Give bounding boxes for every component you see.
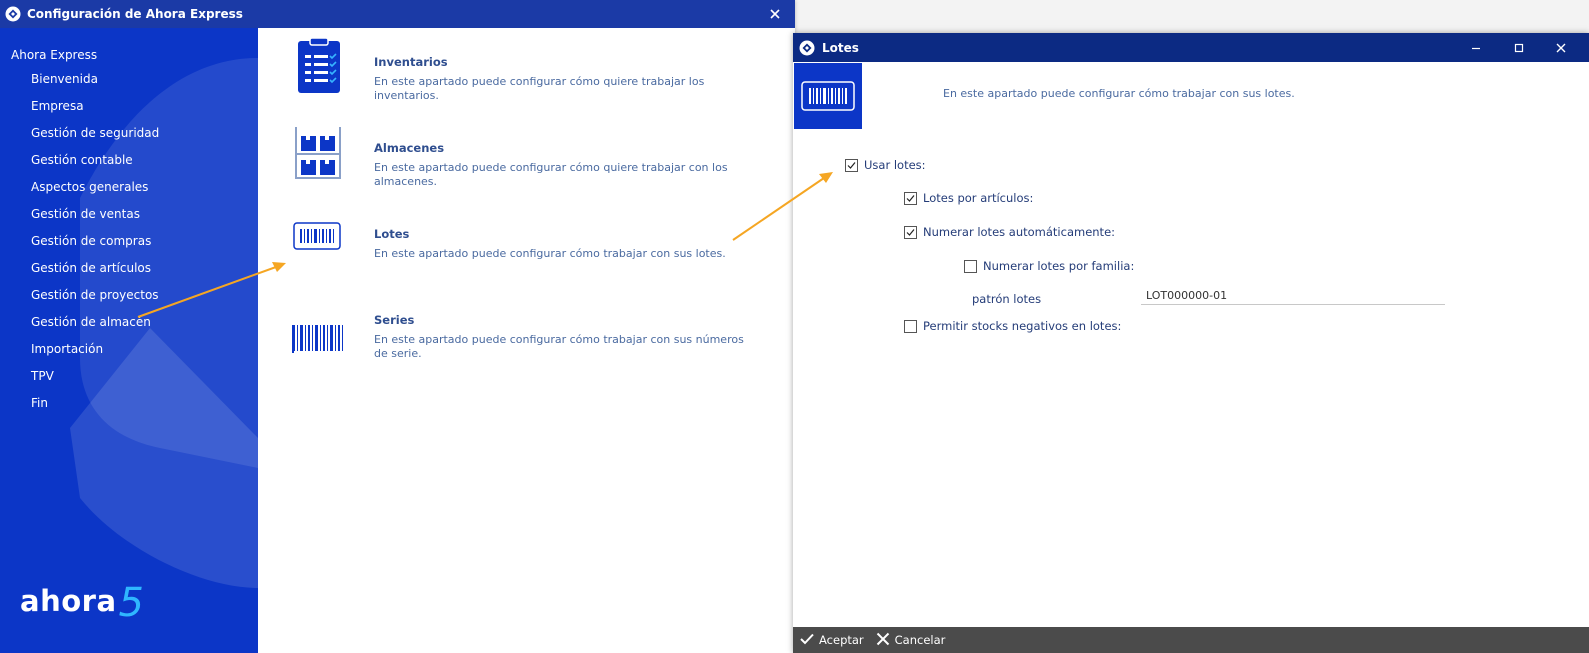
sidebar-item-bienvenida[interactable]: Bienvenida: [31, 72, 159, 99]
config-window-title: Configuración de Ahora Express: [27, 7, 243, 21]
sidebar-item-gestion-ventas[interactable]: Gestión de ventas: [31, 207, 159, 234]
barcode-label-icon: [290, 207, 346, 265]
sidebar-item-gestion-compras[interactable]: Gestión de compras: [31, 234, 159, 261]
warehouse-shelves-icon: [290, 121, 346, 179]
option-series[interactable]: Series En este apartado puede configurar…: [258, 293, 795, 373]
accept-button-label: Aceptar: [819, 633, 864, 647]
config-window: Configuración de Ahora Express Ahora Exp…: [0, 0, 795, 653]
option-lotes[interactable]: Lotes En este apartado puede configurar …: [258, 207, 795, 287]
sidebar-item-gestion-articulos[interactable]: Gestión de artículos: [31, 261, 159, 288]
sidebar-item-gestion-seguridad[interactable]: Gestión de seguridad: [31, 126, 159, 153]
permitir-stocks-negativos-checkbox[interactable]: Permitir stocks negativos en lotes:: [904, 319, 1121, 333]
option-description: En este apartado puede configurar cómo t…: [374, 333, 744, 360]
patron-lotes-input[interactable]: [1141, 287, 1445, 305]
close-icon[interactable]: [1541, 33, 1581, 62]
sidebar-item-gestion-contable[interactable]: Gestión contable: [31, 153, 159, 180]
clipboard-checklist-icon: [290, 35, 346, 93]
checkbox-label: Usar lotes:: [864, 158, 926, 172]
option-almacenes[interactable]: Almacenes En este apartado puede configu…: [258, 121, 795, 201]
lotes-dialog-footer: Aceptar Cancelar: [793, 627, 1589, 653]
checkbox-box[interactable]: [904, 191, 917, 205]
checkbox-label: Numerar lotes por familia:: [983, 259, 1135, 273]
option-description: En este apartado puede configurar cómo t…: [374, 247, 726, 260]
sidebar-list: Bienvenida Empresa Gestión de seguridad …: [31, 72, 159, 423]
checkbox-label: Numerar lotes automáticamente:: [923, 225, 1116, 239]
numerar-lotes-por-familia-checkbox[interactable]: Numerar lotes por familia:: [964, 259, 1134, 273]
usar-lotes-checkbox[interactable]: Usar lotes:: [845, 158, 926, 172]
sidebar-item-aspectos-generales[interactable]: Aspectos generales: [31, 180, 159, 207]
minimize-icon[interactable]: [1456, 33, 1496, 62]
ahora-brand-logo: ahora 5: [20, 580, 145, 626]
sidebar-item-tpv[interactable]: TPV: [31, 369, 159, 396]
option-title: Inventarios: [374, 55, 448, 69]
numerar-lotes-automaticamente-checkbox[interactable]: Numerar lotes automáticamente:: [904, 225, 1115, 239]
lotes-dialog-titlebar: Lotes: [793, 33, 1589, 62]
config-window-titlebar: Configuración de Ahora Express: [0, 0, 795, 28]
sidebar: Ahora Express Bienvenida Empresa Gestión…: [0, 28, 258, 653]
checkbox-box[interactable]: [904, 225, 917, 239]
brand-version: 5: [118, 580, 145, 626]
sidebar-item-importacion[interactable]: Importación: [31, 342, 159, 369]
checkbox-box[interactable]: [964, 259, 977, 273]
barcode-label-icon: [794, 63, 862, 129]
app-logo-icon: [5, 6, 21, 22]
configuration-options: Inventarios En este apartado puede confi…: [258, 28, 795, 653]
lotes-dialog-title: Lotes: [822, 40, 859, 55]
patron-lotes-label: patrón lotes: [972, 292, 1042, 306]
cancel-button-label: Cancelar: [894, 633, 946, 647]
maximize-icon[interactable]: [1499, 33, 1539, 62]
close-icon: [876, 632, 890, 649]
sidebar-item-gestion-almacen[interactable]: Gestión de almacén: [31, 315, 159, 342]
lotes-dialog-description: En este apartado puede configurar cómo t…: [943, 87, 1295, 100]
checkmark-icon: [800, 633, 814, 648]
checkbox-box[interactable]: [845, 158, 858, 172]
barcode-icon: [290, 293, 346, 353]
option-description: En este apartado puede configurar cómo q…: [374, 75, 705, 102]
checkbox-box[interactable]: [904, 319, 917, 333]
brand-name: ahora: [20, 584, 117, 618]
sidebar-root-item[interactable]: Ahora Express: [11, 48, 97, 62]
accept-button[interactable]: Aceptar: [800, 633, 864, 648]
option-title: Series: [374, 313, 415, 327]
close-icon[interactable]: [765, 3, 785, 25]
cancel-button[interactable]: Cancelar: [876, 632, 946, 649]
lotes-dialog: Lotes En este apartado puede configurar …: [793, 33, 1589, 653]
sidebar-item-fin[interactable]: Fin: [31, 396, 159, 423]
option-title: Almacenes: [374, 141, 445, 155]
sidebar-item-empresa[interactable]: Empresa: [31, 99, 159, 126]
checkbox-label: Lotes por artículos:: [923, 191, 1034, 205]
sidebar-item-gestion-proyectos[interactable]: Gestión de proyectos: [31, 288, 159, 315]
checkbox-label: Permitir stocks negativos en lotes:: [923, 319, 1122, 333]
option-title: Lotes: [374, 227, 410, 241]
option-description: En este apartado puede configurar cómo q…: [374, 161, 728, 188]
app-logo-icon: [799, 40, 815, 56]
option-inventarios[interactable]: Inventarios En este apartado puede confi…: [258, 35, 795, 115]
lotes-por-articulos-checkbox[interactable]: Lotes por artículos:: [904, 191, 1033, 205]
